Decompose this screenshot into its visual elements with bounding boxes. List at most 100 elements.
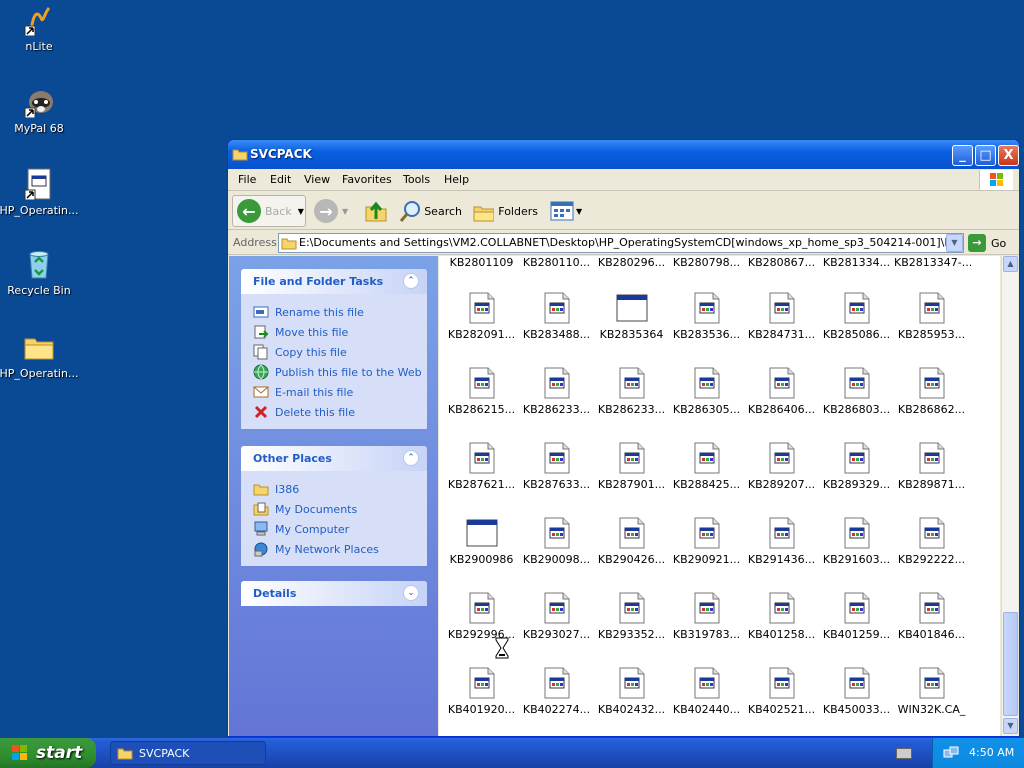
file-item[interactable]: KB401920... bbox=[444, 667, 519, 716]
scroll-thumb[interactable] bbox=[1003, 612, 1018, 716]
scroll-down-arrow[interactable]: ▼ bbox=[1003, 718, 1018, 734]
network-tray-icon[interactable] bbox=[943, 745, 959, 761]
keyboard-icon[interactable] bbox=[896, 748, 912, 759]
file-item[interactable]: KB402432... bbox=[594, 667, 669, 716]
menu-view[interactable]: View bbox=[304, 173, 330, 186]
file-item[interactable]: KB293027... bbox=[519, 592, 594, 641]
file-item-label[interactable]: KB281334... bbox=[819, 256, 894, 269]
file-tasks-header[interactable]: File and Folder Tasks ⌃ bbox=[241, 269, 427, 294]
file-item[interactable]: KB286803... bbox=[819, 367, 894, 416]
move-file-link[interactable]: Move this file bbox=[253, 322, 427, 342]
menu-favorites[interactable]: Favorites bbox=[342, 173, 392, 186]
file-item[interactable]: KB402521... bbox=[744, 667, 819, 716]
title-bar[interactable]: SVCPACK _ □ X bbox=[228, 140, 1019, 169]
back-button[interactable]: ← Back ▼ bbox=[232, 195, 306, 227]
file-item[interactable]: KB289207... bbox=[744, 442, 819, 491]
menu-file[interactable]: File bbox=[238, 173, 256, 186]
copy-file-link[interactable]: Copy this file bbox=[253, 342, 427, 362]
file-item[interactable]: KB450033... bbox=[819, 667, 894, 716]
document-icon bbox=[543, 667, 571, 699]
desktop-icon-hp-file[interactable]: HP_Operatin... bbox=[0, 168, 79, 217]
file-item[interactable]: KB292996... bbox=[444, 592, 519, 641]
file-item[interactable]: KB285953... bbox=[894, 292, 969, 341]
file-item[interactable]: KB402274... bbox=[519, 667, 594, 716]
search-button[interactable]: Search bbox=[398, 195, 462, 227]
delete-file-link[interactable]: Delete this file bbox=[253, 402, 427, 422]
file-item[interactable]: KB282091... bbox=[444, 292, 519, 341]
file-item[interactable]: KB292222... bbox=[894, 517, 969, 566]
desktop-icon-hp-folder[interactable]: HP_Operatin... bbox=[0, 331, 79, 380]
menu-edit[interactable]: Edit bbox=[270, 173, 291, 186]
file-item[interactable]: KB289329... bbox=[819, 442, 894, 491]
file-item[interactable]: KB286406... bbox=[744, 367, 819, 416]
place-my-computer-link[interactable]: My Computer bbox=[253, 519, 427, 539]
clock[interactable]: 4:50 AM bbox=[969, 746, 1014, 759]
file-item[interactable]: KB2835364 bbox=[594, 292, 669, 341]
file-item[interactable]: KB283536... bbox=[669, 292, 744, 341]
desktop-icon-nlite[interactable]: nLite bbox=[0, 4, 79, 53]
file-item[interactable]: KB287901... bbox=[594, 442, 669, 491]
close-button[interactable]: X bbox=[998, 145, 1019, 166]
place-network-link[interactable]: My Network Places bbox=[253, 539, 427, 559]
file-item-label[interactable]: KB2801109 bbox=[444, 256, 519, 269]
forward-button[interactable]: → ▼ bbox=[314, 195, 352, 227]
file-item[interactable]: KB291436... bbox=[744, 517, 819, 566]
views-button[interactable]: ▼ bbox=[550, 195, 584, 227]
address-input[interactable]: E:\Documents and Settings\VM2.COLLABNET\… bbox=[278, 233, 964, 253]
file-item[interactable]: KB290098... bbox=[519, 517, 594, 566]
file-item-label[interactable]: KB280296... bbox=[594, 256, 669, 269]
publish-file-link[interactable]: Publish this file to the Web bbox=[253, 362, 427, 382]
place-my-documents-link[interactable]: My Documents bbox=[253, 499, 427, 519]
file-item[interactable]: KB286305... bbox=[669, 367, 744, 416]
file-item[interactable]: KB286233... bbox=[519, 367, 594, 416]
file-item[interactable]: KB2900986 bbox=[444, 517, 519, 566]
file-item[interactable]: KB284731... bbox=[744, 292, 819, 341]
file-item[interactable]: KB401846... bbox=[894, 592, 969, 641]
file-item[interactable]: KB289871... bbox=[894, 442, 969, 491]
minimize-button[interactable]: _ bbox=[952, 145, 973, 166]
email-file-link[interactable]: E-mail this file bbox=[253, 382, 427, 402]
file-item[interactable]: KB287621... bbox=[444, 442, 519, 491]
go-button[interactable]: → Go bbox=[968, 234, 1006, 252]
other-places-header[interactable]: Other Places ⌃ bbox=[241, 446, 427, 471]
desktop-icon-recycle-bin[interactable]: Recycle Bin bbox=[0, 248, 79, 297]
file-item[interactable]: KB286215... bbox=[444, 367, 519, 416]
file-item-label[interactable]: KB280798... bbox=[669, 256, 744, 269]
menu-tools[interactable]: Tools bbox=[403, 173, 430, 186]
file-item[interactable]: KB401258... bbox=[744, 592, 819, 641]
file-item[interactable]: WIN32K.CA_ bbox=[894, 667, 969, 716]
file-item[interactable]: KB293352... bbox=[594, 592, 669, 641]
file-item[interactable]: KB319783... bbox=[669, 592, 744, 641]
rename-file-link[interactable]: Rename this file bbox=[253, 302, 427, 322]
details-header[interactable]: Details ⌄ bbox=[241, 581, 427, 606]
up-folder-button[interactable] bbox=[364, 195, 390, 227]
desktop-icon-mypal[interactable]: MyPal 68 bbox=[0, 86, 79, 135]
folders-button[interactable]: Folders bbox=[472, 195, 538, 227]
expand-icon[interactable]: ⌄ bbox=[403, 585, 419, 601]
file-item[interactable]: KB287633... bbox=[519, 442, 594, 491]
menu-help[interactable]: Help bbox=[444, 173, 469, 186]
address-dropdown-button[interactable]: ▼ bbox=[946, 234, 963, 252]
file-item[interactable]: KB402440... bbox=[669, 667, 744, 716]
file-item[interactable]: KB285086... bbox=[819, 292, 894, 341]
file-item[interactable]: KB401259... bbox=[819, 592, 894, 641]
maximize-button[interactable]: □ bbox=[975, 145, 996, 166]
file-item-label[interactable]: KB2813347-... bbox=[894, 256, 972, 269]
file-item[interactable]: KB286233... bbox=[594, 367, 669, 416]
file-item[interactable]: KB288425... bbox=[669, 442, 744, 491]
file-item[interactable]: KB290921... bbox=[669, 517, 744, 566]
collapse-icon[interactable]: ⌃ bbox=[403, 273, 419, 289]
vertical-scrollbar[interactable]: ▲ ▼ bbox=[1001, 256, 1018, 736]
document-icon bbox=[768, 367, 796, 399]
file-item-label[interactable]: KB280110... bbox=[519, 256, 594, 269]
taskbar-item-svcpack[interactable]: SVCPACK bbox=[110, 741, 266, 765]
file-item[interactable]: KB290426... bbox=[594, 517, 669, 566]
collapse-icon[interactable]: ⌃ bbox=[403, 450, 419, 466]
start-button[interactable]: start bbox=[0, 738, 96, 768]
file-item[interactable]: KB291603... bbox=[819, 517, 894, 566]
place-i386-link[interactable]: I386 bbox=[253, 479, 427, 499]
scroll-up-arrow[interactable]: ▲ bbox=[1003, 256, 1018, 272]
file-item-label[interactable]: KB280867... bbox=[744, 256, 819, 269]
file-item[interactable]: KB286862... bbox=[894, 367, 969, 416]
file-item[interactable]: KB283488... bbox=[519, 292, 594, 341]
